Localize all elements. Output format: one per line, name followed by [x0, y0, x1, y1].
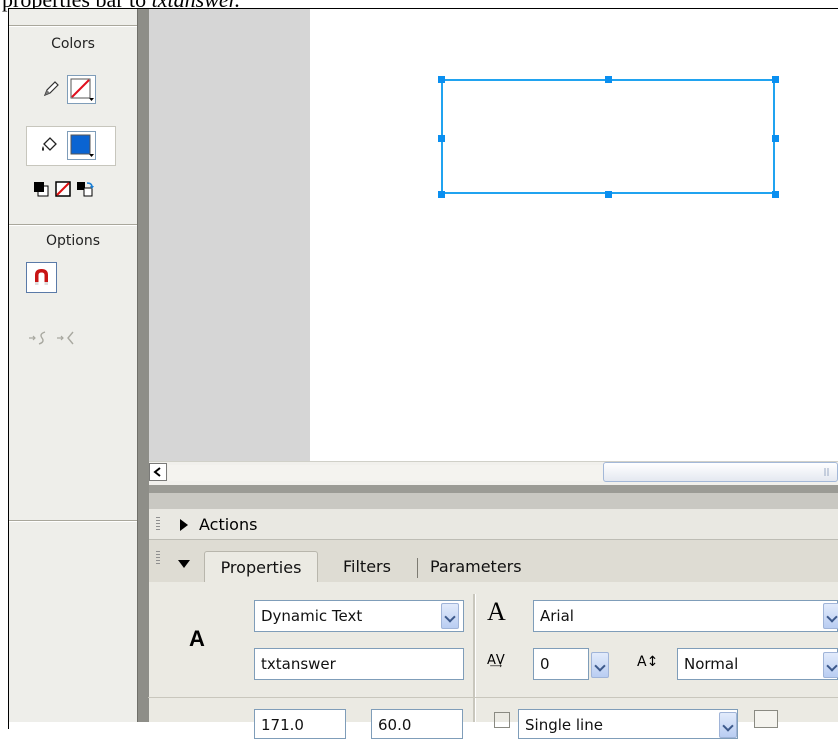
- text-type-value: Dynamic Text: [261, 607, 363, 625]
- instance-name-input[interactable]: txtanswer: [254, 648, 464, 680]
- black-white-icon[interactable]: [31, 180, 51, 198]
- text-tool-icon: A: [189, 626, 205, 651]
- resize-handle-bottom-left[interactable]: [438, 191, 445, 198]
- resize-handle-right[interactable]: [772, 135, 779, 142]
- selected-text-field[interactable]: [441, 79, 775, 194]
- stage-canvas[interactable]: [310, 9, 838, 461]
- resize-handle-top-left[interactable]: [438, 76, 445, 83]
- properties-separator: [473, 594, 476, 722]
- actions-grip-icon[interactable]: [156, 517, 160, 531]
- snap-to-objects-button[interactable]: [26, 262, 57, 293]
- line-type-value: Single line: [525, 716, 603, 734]
- line-type-dropdown-button[interactable]: [719, 712, 737, 738]
- character-position-value: Normal: [684, 655, 739, 673]
- actions-title[interactable]: Actions: [199, 514, 257, 536]
- selectable-checkbox[interactable]: [494, 712, 510, 728]
- magnet-icon: [35, 269, 48, 285]
- scrollbar-bottom-edge: [149, 485, 838, 493]
- fill-color-button[interactable]: [67, 131, 96, 160]
- html-format-button[interactable]: [754, 710, 778, 728]
- smooth-icon[interactable]: [27, 329, 53, 347]
- panel-gap: [149, 493, 838, 509]
- font-family-select[interactable]: Arial: [533, 600, 838, 632]
- baseline-icon: A↕: [637, 654, 659, 670]
- resize-handle-top[interactable]: [605, 76, 612, 83]
- instance-name-value: txtanswer: [261, 655, 336, 673]
- scrollbar-thumb[interactable]: [603, 462, 838, 482]
- tab-separator: [417, 558, 418, 578]
- tab-filters[interactable]: Filters: [343, 551, 391, 582]
- scroll-left-button[interactable]: [149, 463, 167, 481]
- pasteboard: [149, 9, 310, 461]
- resize-handle-bottom-right[interactable]: [772, 191, 779, 198]
- no-color-icon[interactable]: [53, 180, 73, 198]
- chevron-left-icon: [153, 467, 161, 477]
- height-input[interactable]: 60.0: [371, 709, 463, 739]
- tools-panel: Colors Options: [9, 9, 138, 722]
- text-type-select[interactable]: Dynamic Text: [254, 600, 464, 632]
- colors-header: Colors: [51, 36, 95, 52]
- font-icon: A: [487, 597, 506, 626]
- font-family-value: Arial: [540, 607, 574, 625]
- character-position-select[interactable]: Normal: [677, 648, 838, 680]
- resize-handle-left[interactable]: [438, 135, 445, 142]
- letter-spacing-dropdown-button[interactable]: [591, 652, 609, 678]
- stroke-color-button[interactable]: [67, 75, 96, 104]
- letter-spacing-value: 0: [540, 655, 550, 673]
- tools-divider-top: [9, 25, 137, 27]
- height-value: 60.0: [378, 716, 412, 734]
- resize-handle-top-right[interactable]: [772, 76, 779, 83]
- character-position-dropdown-button[interactable]: [823, 652, 838, 678]
- paint-bucket-icon: [38, 134, 60, 156]
- collapse-arrow-icon[interactable]: [177, 558, 191, 570]
- letter-spacing-icon: A͢V: [487, 653, 505, 668]
- tab-properties[interactable]: Properties: [204, 551, 318, 583]
- tools-divider-bottom: [9, 520, 137, 522]
- straighten-icon[interactable]: [55, 329, 81, 347]
- width-value: 171.0: [261, 716, 304, 734]
- properties-row-divider: [148, 697, 838, 698]
- tools-divider-options: [9, 224, 137, 226]
- letter-spacing-input[interactable]: 0: [533, 648, 589, 680]
- properties-grip-icon[interactable]: [156, 551, 160, 565]
- tab-parameters[interactable]: Parameters: [430, 551, 522, 582]
- scrollbar-track[interactable]: [168, 465, 603, 481]
- pencil-icon: [40, 78, 62, 100]
- text-type-dropdown-button[interactable]: [441, 603, 459, 629]
- line-type-select[interactable]: Single line: [518, 709, 738, 739]
- options-header: Options: [45, 233, 101, 249]
- stroke-none-icon: [70, 78, 94, 101]
- font-family-dropdown-button[interactable]: [823, 603, 838, 629]
- expand-arrow-icon[interactable]: [178, 518, 190, 532]
- grip-icon: [824, 468, 829, 476]
- width-input[interactable]: 171.0: [254, 709, 346, 739]
- swap-colors-icon[interactable]: [75, 180, 95, 198]
- resize-handle-bottom[interactable]: [605, 191, 612, 198]
